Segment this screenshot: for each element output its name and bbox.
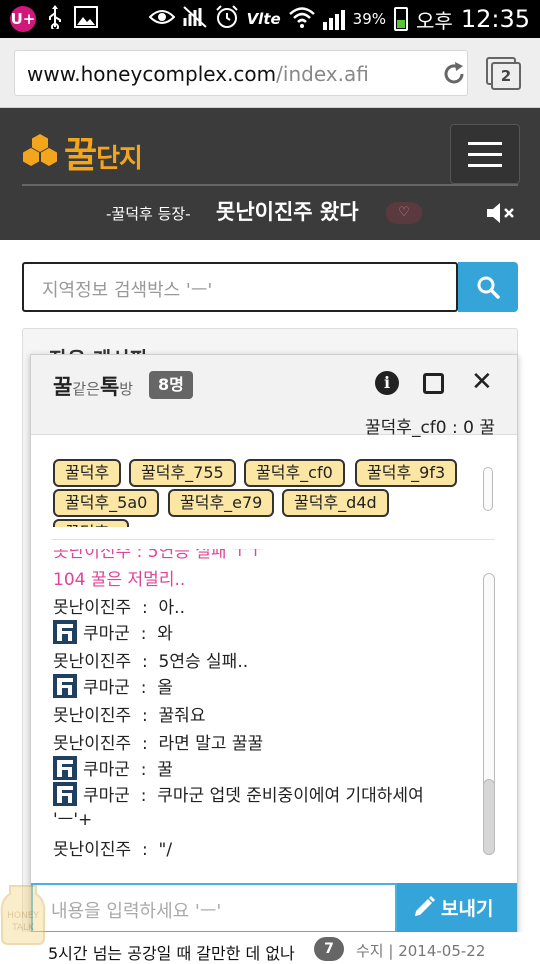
- usb-icon: [48, 5, 62, 33]
- am-pm-label: 오후: [416, 8, 453, 33]
- volte-icon: Vlte: [246, 10, 281, 28]
- chat-message: 못난이진주 : 5연승 실패 ㅜㅜ: [53, 549, 264, 562]
- search-icon: [476, 275, 500, 303]
- chat-message: 'ㅡ'+: [53, 810, 93, 830]
- member-tag[interactable]: 꿀덕후_cf0: [244, 459, 345, 487]
- chat-input-placeholder: 내용을 입력하세요 'ㅡ': [51, 901, 222, 922]
- chat-message-input[interactable]: 내용을 입력하세요 'ㅡ': [31, 883, 397, 933]
- chat-title: 꿀같은톡방: [53, 375, 134, 399]
- chat-message: 쿠마군 : 쿠마군 업뎃 준비중이에여 기대하세여: [53, 781, 424, 806]
- chat-message: 못난이진주 : 라면 말고 꿀꿀: [53, 734, 264, 754]
- no-signal-icon: [182, 6, 207, 32]
- member-tag[interactable]: 꿀덕후_e79: [168, 489, 275, 517]
- member-tag-list: 꿀덕후 꿀덕후_755 꿀덕후_cf0 꿀덕후_9f3 꿀덕후_5a0 꿀덕후_…: [31, 445, 517, 527]
- info-icon[interactable]: i: [375, 371, 399, 395]
- honey-talk-logo: HONEY TALK: [0, 882, 46, 946]
- cell-signal-icon: [322, 8, 345, 30]
- member-tag[interactable]: 꿀덕후_755: [129, 459, 236, 487]
- gallery-icon: [74, 6, 98, 32]
- chat-message: 쿠마군 : 와: [53, 619, 173, 644]
- url-host: www.honeycomplex.com: [27, 62, 277, 86]
- comment-count-badge: 7: [314, 937, 344, 961]
- browser-toolbar: www.honeycomplex.com/index.afi 2: [0, 38, 540, 108]
- clock: 12:35: [460, 5, 530, 33]
- notice-text: 못난이진주 왔다: [216, 200, 359, 224]
- url-path: /index.afi: [276, 62, 369, 86]
- chat-window: 꿀같은톡방 8명 i ✕ 꿀덕후_cf0 : 0 꿀 꿀덕후 꿀덕후_755 꿀…: [30, 354, 518, 934]
- member-tag[interactable]: 꿀덕후_d4d: [282, 489, 389, 517]
- header-divider: [22, 184, 518, 186]
- board-post-row[interactable]: 5시간 넘는 공강일 때 갈만한 데 없나 7 수지 | 2014-05-22: [0, 932, 540, 963]
- send-button[interactable]: 보내기: [397, 883, 517, 933]
- heart-badge[interactable]: ♡: [386, 202, 422, 224]
- chat-header: 꿀같은톡방 8명 i ✕ 꿀덕후_cf0 : 0 꿀: [31, 355, 517, 438]
- chat-message: 쿠마군 : 꿀: [53, 755, 173, 780]
- tags-scrollbar[interactable]: [483, 467, 493, 511]
- chat-message: 못난이진주 : 아..: [53, 598, 185, 618]
- notice-prefix: -꿀덕후 등장-: [106, 205, 191, 223]
- region-search-input[interactable]: 지역정보 검색박스 'ㅡ': [22, 262, 458, 312]
- search-button[interactable]: [458, 262, 518, 312]
- battery-icon: [394, 7, 409, 31]
- post-title: 5시간 넘는 공강일 때 갈만한 데 없나: [48, 944, 295, 963]
- tags-divider: [51, 539, 495, 540]
- notice-bar: -꿀덕후 등장- 못난이진주 왔다 ♡: [0, 196, 540, 228]
- watermark-line2: TALK: [11, 923, 35, 933]
- watermark-line1: HONEY: [7, 911, 39, 921]
- logo-text: 꿀단지: [64, 135, 143, 176]
- member-tag[interactable]: 꿀덕후_: [53, 519, 130, 527]
- user-avatar: [53, 756, 77, 780]
- member-count-badge: 8명: [149, 371, 193, 399]
- hamburger-menu-icon[interactable]: [450, 124, 520, 184]
- alarm-icon: [215, 5, 239, 33]
- user-points: 꿀덕후_cf0 : 0 꿀: [365, 418, 495, 438]
- site-logo[interactable]: 꿀단지: [22, 128, 143, 176]
- user-avatar: [53, 620, 77, 644]
- status-bar: U+ Vlte 39% 오후 12:35: [0, 0, 540, 38]
- search-placeholder: 지역정보 검색박스 'ㅡ': [42, 280, 213, 301]
- member-tag[interactable]: 꿀덕후: [53, 459, 122, 487]
- post-meta: 수지 | 2014-05-22: [356, 942, 486, 960]
- member-tag[interactable]: 꿀덕후_5a0: [53, 489, 160, 517]
- message-list: 못난이진주 : 5연승 실패 ㅜㅜ 104 꿀은 저멀리.. 못난이진주 : 아…: [31, 549, 517, 867]
- chat-message: 못난이진주 : 5연승 실패..: [53, 652, 249, 672]
- reload-icon[interactable]: [441, 61, 467, 87]
- mute-icon[interactable]: [486, 202, 516, 224]
- member-tag[interactable]: 꿀덕후_9f3: [355, 459, 458, 487]
- user-avatar: [53, 782, 77, 806]
- address-bar[interactable]: www.honeycomplex.com/index.afi: [14, 50, 468, 96]
- wifi-icon: [288, 6, 315, 32]
- chat-message: 못난이진주 : 꿀줘요: [53, 706, 206, 726]
- user-avatar: [53, 674, 77, 698]
- url-text: www.honeycomplex.com/index.afi: [27, 62, 369, 86]
- eye-icon: [148, 7, 175, 31]
- site-header: 꿀단지 -꿀덕후 등장- 못난이진주 왔다 ♡: [0, 108, 540, 240]
- maximize-icon[interactable]: [423, 373, 444, 394]
- battery-percent: 39%: [352, 10, 387, 28]
- carrier-logo: U+: [10, 6, 36, 32]
- chat-message: 104 꿀은 저멀리..: [53, 570, 186, 590]
- send-label: 보내기: [441, 898, 494, 920]
- honeycomb-icon: [22, 133, 58, 171]
- chat-message: 못난이진주 : "/: [53, 840, 173, 860]
- tabs-button[interactable]: 2: [486, 57, 522, 91]
- pencil-icon: [413, 896, 435, 918]
- close-icon[interactable]: ✕: [471, 369, 493, 395]
- tab-count: 2: [491, 62, 521, 90]
- messages-scrollbar-thumb[interactable]: [483, 779, 495, 855]
- chat-message: 쿠마군 : 올: [53, 673, 173, 698]
